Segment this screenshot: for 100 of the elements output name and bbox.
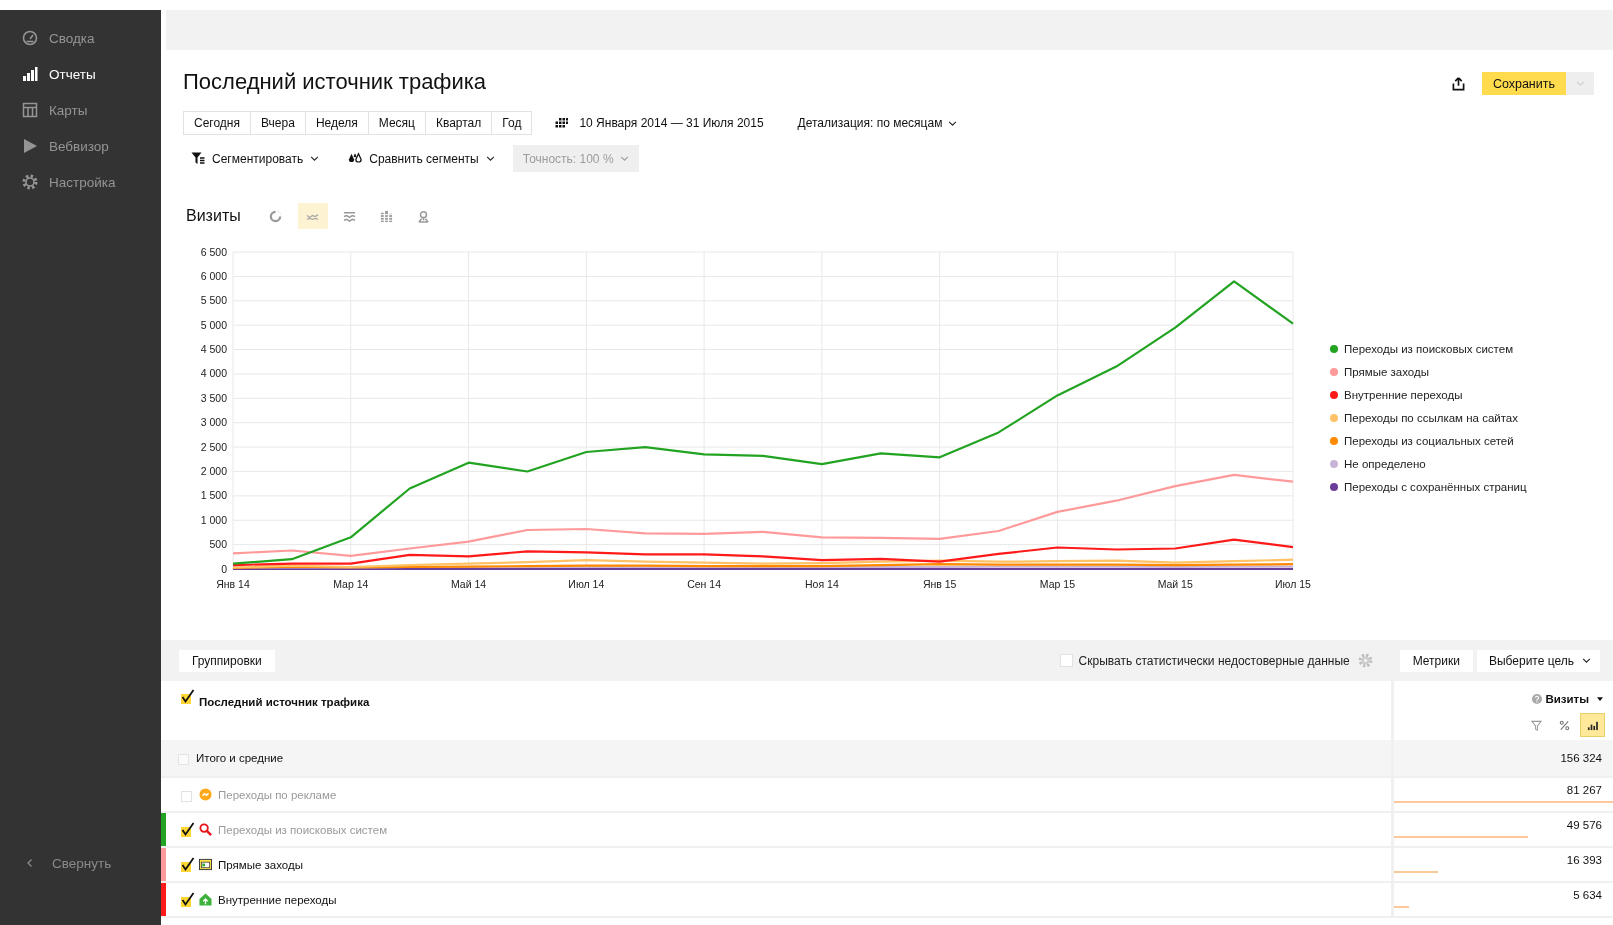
house-icon xyxy=(199,893,212,906)
bar-chart-icon xyxy=(22,66,38,82)
axis-label: 1 000 xyxy=(200,513,227,526)
filter-icon xyxy=(1531,719,1542,731)
metrics-button[interactable]: Метрики xyxy=(1399,649,1473,672)
compare-segments-button[interactable]: Сравнить сегменты xyxy=(340,145,503,172)
cell-value: 81 267 xyxy=(1566,784,1602,796)
chevron-down-icon xyxy=(1582,658,1591,663)
dimension-header: Последний источник трафика xyxy=(199,696,370,708)
help-icon[interactable] xyxy=(1532,694,1543,704)
chart-type-button[interactable] xyxy=(297,203,328,229)
save-button[interactable]: Сохранить xyxy=(1481,72,1566,95)
period-button[interactable]: Вчера xyxy=(251,111,306,135)
axis-label: Янв 14 xyxy=(216,578,250,590)
axis-label: 2 000 xyxy=(200,464,227,477)
axis-label: Июл 14 xyxy=(568,578,605,590)
cell-value: 16 393 xyxy=(1566,854,1602,866)
legend-label[interactable]: Прямые заходы xyxy=(1344,365,1429,378)
axis-label: Июл 15 xyxy=(1275,578,1311,590)
cell-value: 5 634 xyxy=(1573,889,1602,901)
round-badge-icon xyxy=(199,788,212,801)
row-checkbox[interactable] xyxy=(180,821,196,838)
period-button[interactable]: Неделя xyxy=(305,111,369,135)
legend-label[interactable]: Внутренние переходы xyxy=(1344,388,1463,401)
chevron-down-icon xyxy=(1575,81,1585,86)
legend-label[interactable]: Переходы по ссылкам на сайтах xyxy=(1344,411,1518,424)
chevron-down-icon xyxy=(619,156,629,161)
column-header[interactable]: Визиты xyxy=(1545,693,1589,705)
columns-icon xyxy=(380,209,394,223)
period-button[interactable]: Сегодня xyxy=(183,111,251,135)
axis-label: 3 500 xyxy=(200,391,227,404)
collapse-button[interactable]: Свернуть xyxy=(0,845,161,881)
calendar-icon xyxy=(555,118,569,128)
map-pin-icon xyxy=(417,209,431,223)
window-icon xyxy=(199,858,212,871)
axis-label: Мар 14 xyxy=(333,578,369,590)
axis-label: 1 500 xyxy=(200,489,227,502)
sidebar-item[interactable]: Настройка xyxy=(0,164,161,200)
page-title: Последний источник трафика xyxy=(183,68,487,96)
axis-label: 500 xyxy=(209,538,227,551)
filter-icon xyxy=(191,152,205,165)
axis-label: 4 000 xyxy=(200,367,227,380)
row-label: Итого и средние xyxy=(196,752,284,764)
stacked-lines-icon xyxy=(343,209,357,223)
chevron-down-icon xyxy=(310,156,320,161)
sort-caret-icon[interactable] xyxy=(1597,697,1603,701)
axis-label: 2 500 xyxy=(200,440,227,453)
legend-label[interactable]: Переходы из поисковых систем xyxy=(1344,342,1514,355)
row-checkbox[interactable] xyxy=(180,891,196,908)
settings-icon xyxy=(22,174,38,190)
legend-label[interactable]: Переходы с сохранённых страниц xyxy=(1344,480,1527,493)
search-icon xyxy=(199,823,212,836)
view-mode-button[interactable] xyxy=(1581,714,1604,736)
date-range-button[interactable]: 10 Января 2014 — 31 Июля 2015 xyxy=(555,116,764,130)
axis-label: Сен 14 xyxy=(687,578,722,590)
checkbox[interactable] xyxy=(1059,654,1073,667)
sidebar-item[interactable]: Отчеты xyxy=(0,56,161,92)
axis-label: 6 500 xyxy=(200,245,227,258)
axis-label: 5 500 xyxy=(200,294,227,307)
chevron-down-icon xyxy=(485,156,495,161)
pie-chart-icon xyxy=(269,209,283,223)
cell-value: 49 576 xyxy=(1566,819,1602,831)
axis-label: 4 500 xyxy=(200,343,227,356)
detail-dropdown[interactable]: Детализация: по месяцам xyxy=(797,116,958,130)
bar-chart-icon xyxy=(1587,719,1598,731)
axis-label: Май 15 xyxy=(1157,578,1193,590)
gauge-icon xyxy=(22,30,38,46)
percent-icon xyxy=(1559,719,1570,731)
sidebar-item[interactable]: Сводка xyxy=(0,20,161,56)
legend-label[interactable]: Переходы из социальных сетей xyxy=(1344,434,1514,447)
share-icon[interactable] xyxy=(1451,76,1465,91)
chevron-left-icon xyxy=(25,858,35,868)
chart-title: Визиты xyxy=(186,207,241,225)
grid-icon xyxy=(22,102,38,118)
row-checkbox[interactable] xyxy=(180,689,196,705)
checkbox-label: Скрывать статистически недостоверные данные xyxy=(1078,653,1350,668)
row-checkbox[interactable] xyxy=(180,856,196,873)
chevron-down-icon xyxy=(948,120,958,126)
axis-label: 0 xyxy=(221,562,227,575)
axis-label: 5 000 xyxy=(200,318,227,331)
legend-label[interactable]: Не определено xyxy=(1344,457,1426,470)
axis-label: Ноя 14 xyxy=(805,578,839,590)
period-button[interactable]: Квартал xyxy=(425,111,493,135)
row-label[interactable]: Прямые заходы xyxy=(218,858,303,871)
period-button[interactable]: Год xyxy=(492,111,533,135)
segment-button[interactable]: Сегментировать xyxy=(183,145,328,172)
axis-label: Май 14 xyxy=(450,578,487,590)
settings-icon[interactable] xyxy=(1357,653,1373,668)
axis-label: 6 000 xyxy=(200,269,227,282)
sidebar-item[interactable]: Вебвизор xyxy=(0,128,161,164)
groupings-button[interactable]: Группировки xyxy=(179,649,275,672)
axis-label: Мар 15 xyxy=(1039,578,1075,590)
axis-label: 3 000 xyxy=(200,416,227,429)
play-icon xyxy=(22,138,38,154)
cell-value: 156 324 xyxy=(1560,752,1602,764)
sidebar-item[interactable]: Карты xyxy=(0,92,161,128)
period-button[interactable]: Месяц xyxy=(368,111,426,135)
goal-dropdown[interactable]: Выберите цель xyxy=(1476,649,1600,672)
axis-label: Янв 15 xyxy=(922,578,957,590)
row-label[interactable]: Внутренние переходы xyxy=(218,893,337,906)
